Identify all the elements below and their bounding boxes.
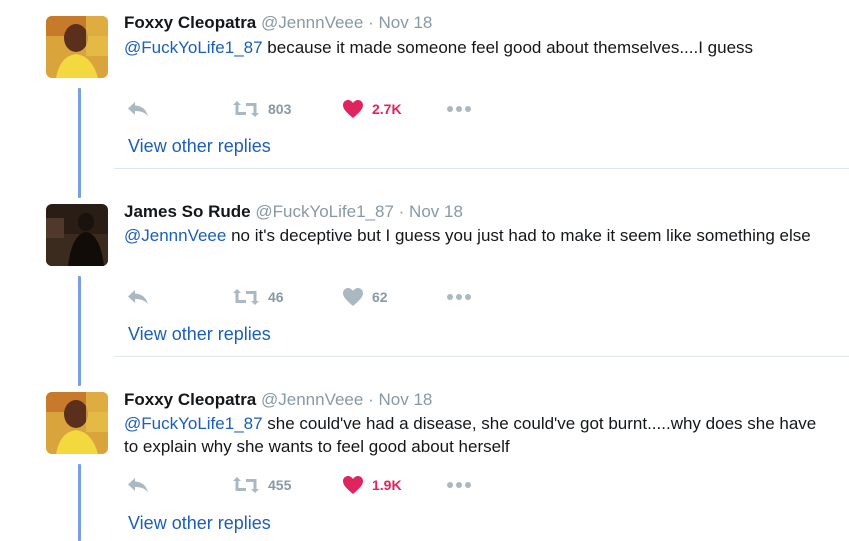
tweet-text: @JennnVeee no it's deceptive but I guess… <box>124 224 824 247</box>
more-icon <box>446 293 472 301</box>
tweet-body: because it made someone feel good about … <box>262 38 754 57</box>
author-handle[interactable]: @JennnVeee <box>261 390 363 409</box>
author-handle[interactable]: @JennnVeee <box>261 13 363 32</box>
heart-icon <box>342 475 364 495</box>
like-count: 62 <box>372 289 388 305</box>
separator-dot: · <box>368 13 374 32</box>
reply-icon <box>126 287 150 307</box>
mention-link[interactable]: @FuckYoLife1_87 <box>124 414 263 433</box>
reply-button[interactable] <box>126 97 150 121</box>
divider <box>114 356 849 357</box>
retweet-count: 46 <box>268 289 284 305</box>
author-handle[interactable]: @FuckYoLife1_87 <box>255 202 394 221</box>
heart-icon <box>342 99 364 119</box>
tweet-header: James So Rude @FuckYoLife1_87 · Nov 18 <box>124 202 463 222</box>
divider <box>114 168 849 169</box>
reply-button[interactable] <box>126 285 150 309</box>
view-other-replies-link[interactable]: View other replies <box>128 136 271 157</box>
mention-link[interactable]: @JennnVeee <box>124 226 226 245</box>
separator-dot: · <box>368 390 374 409</box>
heart-icon <box>342 287 364 307</box>
thread-line <box>78 276 81 386</box>
retweet-count: 803 <box>268 101 292 117</box>
retweet-count: 455 <box>268 477 292 493</box>
tweet-date[interactable]: Nov 18 <box>409 202 463 221</box>
reply-icon <box>126 475 150 495</box>
retweet-button[interactable]: 803 <box>232 97 291 121</box>
reply-icon <box>126 99 150 119</box>
retweet-icon <box>232 288 260 306</box>
author-name[interactable]: James So Rude <box>124 202 251 221</box>
retweet-button[interactable]: 455 <box>232 473 291 497</box>
tweet-header: Foxxy Cleopatra @JennnVeee · Nov 18 <box>124 13 432 33</box>
like-button[interactable]: 1.9K <box>342 473 402 497</box>
avatar[interactable] <box>46 16 108 78</box>
more-icon <box>446 481 472 489</box>
retweet-icon <box>232 100 260 118</box>
like-button[interactable]: 2.7K <box>342 97 402 121</box>
author-name[interactable]: Foxxy Cleopatra <box>124 13 256 32</box>
view-other-replies-link[interactable]: View other replies <box>128 513 271 534</box>
tweet-actions: 803 2.7K <box>124 97 484 121</box>
tweet-header: Foxxy Cleopatra @JennnVeee · Nov 18 <box>124 390 432 410</box>
tweet-date[interactable]: Nov 18 <box>378 390 432 409</box>
retweet-icon <box>232 476 260 494</box>
mention-link[interactable]: @FuckYoLife1_87 <box>124 38 263 57</box>
more-icon <box>446 105 472 113</box>
tweet-actions: 46 62 <box>124 285 484 309</box>
like-count: 2.7K <box>372 101 402 117</box>
like-button[interactable]: 62 <box>342 285 388 309</box>
tweet-text: @FuckYoLife1_87 she could've had a disea… <box>124 412 824 458</box>
tweet-actions: 455 1.9K <box>124 473 484 497</box>
thread-line <box>78 464 81 541</box>
tweet-date[interactable]: Nov 18 <box>378 13 432 32</box>
more-button[interactable] <box>446 285 472 309</box>
author-name[interactable]: Foxxy Cleopatra <box>124 390 256 409</box>
reply-button[interactable] <box>126 473 150 497</box>
tweet-body: no it's deceptive but I guess you just h… <box>226 226 811 245</box>
thread-line <box>78 88 81 198</box>
separator-dot: · <box>398 202 405 221</box>
more-button[interactable] <box>446 97 472 121</box>
more-button[interactable] <box>446 473 472 497</box>
retweet-button[interactable]: 46 <box>232 285 284 309</box>
like-count: 1.9K <box>372 477 402 493</box>
tweet-text: @FuckYoLife1_87 because it made someone … <box>124 36 824 59</box>
view-other-replies-link[interactable]: View other replies <box>128 324 271 345</box>
avatar[interactable] <box>46 204 108 266</box>
avatar[interactable] <box>46 392 108 454</box>
